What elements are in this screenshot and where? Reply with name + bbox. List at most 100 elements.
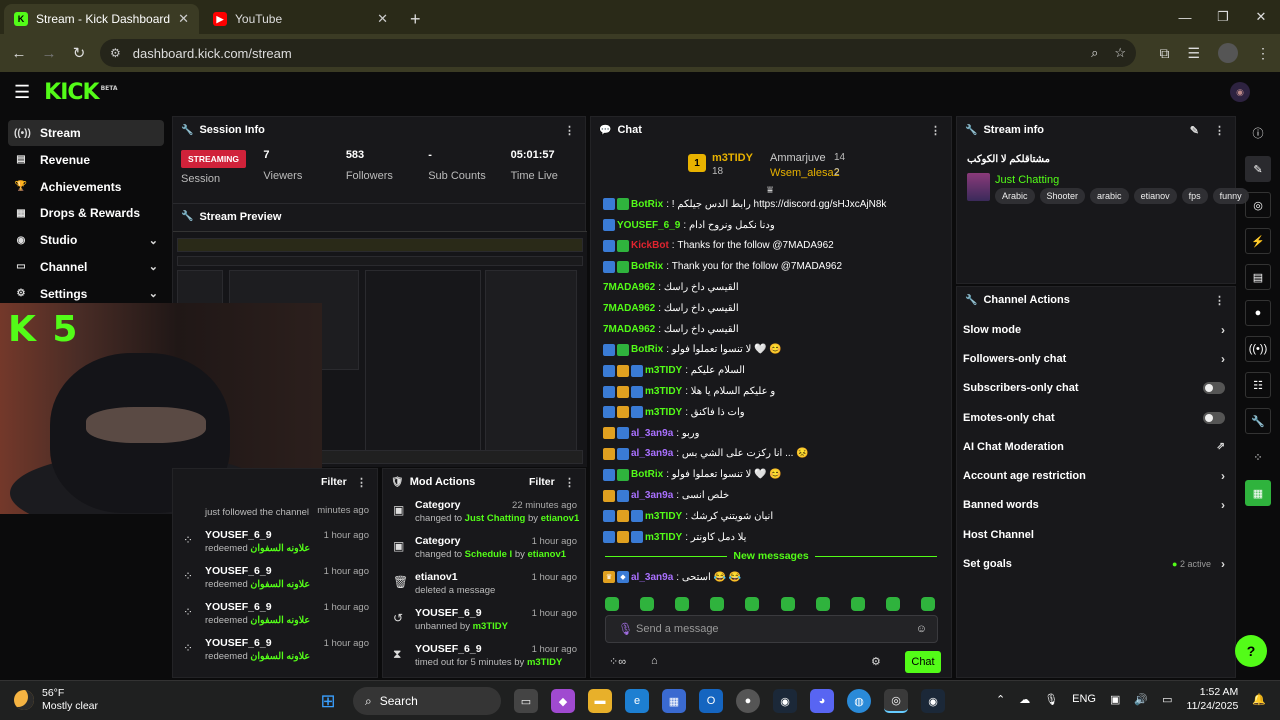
chat-settings-icon[interactable]: ⚙ (871, 655, 881, 668)
bookmark-star-icon[interactable]: ☆ (1114, 45, 1126, 61)
banned-words-action[interactable]: Banned words › (957, 491, 1235, 520)
outlook-icon[interactable]: O (699, 689, 723, 713)
more-options-icon[interactable]: ⋮ (564, 476, 575, 489)
tag-chip[interactable]: Shooter (1039, 188, 1086, 204)
microphone-icon[interactable]: 🎙 (618, 622, 633, 636)
more-options-icon[interactable]: ⋮ (930, 124, 941, 137)
chat-username[interactable]: al_3an9a (631, 428, 673, 439)
supporter-name[interactable]: Wsem_alesa2 (770, 167, 840, 179)
steam-icon[interactable]: ◉ (773, 689, 797, 713)
tag-chip[interactable]: arabic (1090, 188, 1129, 204)
taskbar-search[interactable]: ⌕ Search (353, 687, 501, 715)
emote-icon[interactable] (745, 597, 760, 611)
help-button[interactable]: ? (1235, 635, 1267, 667)
emote-icon[interactable] (710, 597, 725, 611)
emote-icon[interactable] (640, 597, 655, 611)
browser-app-icon[interactable]: ◍ (847, 689, 871, 713)
tab-kick-dashboard[interactable]: K Stream - Kick Dashboard ✕ (4, 4, 199, 34)
account-age-action[interactable]: Account age restriction › (957, 461, 1235, 490)
chat-username[interactable]: BotRix (631, 261, 663, 272)
edit-icon[interactable]: ✎ (1190, 124, 1199, 137)
chat-username[interactable]: BotRix (631, 199, 663, 210)
network-icon[interactable]: ▣ (1110, 693, 1120, 706)
send-chat-button[interactable]: Chat (905, 651, 941, 673)
chevron-up-icon[interactable]: ⌃ (996, 693, 1005, 706)
more-options-icon[interactable]: ⋮ (356, 476, 367, 489)
host-channel-action[interactable]: Host Channel (957, 520, 1235, 549)
emote-icon[interactable] (885, 597, 900, 611)
reload-icon[interactable]: ↻ (64, 44, 94, 62)
bolt-icon[interactable]: ⚡ (1245, 228, 1271, 254)
mod-user[interactable]: m3TIDY (473, 621, 508, 632)
tag-chip[interactable]: Arabic (995, 188, 1035, 204)
chat-username[interactable]: m3TIDY (645, 511, 682, 522)
tools-icon[interactable]: 🔧 (1245, 408, 1271, 434)
emoji-picker-icon[interactable]: ☺ (916, 623, 927, 635)
points-icon[interactable]: ⁘∞ (609, 655, 626, 668)
chat-username[interactable]: al_3an9a (631, 448, 673, 459)
chat-username[interactable]: 7MADA962 (603, 303, 655, 314)
extensions-icon[interactable]: ⧉ (1159, 45, 1169, 62)
chat-username[interactable]: BotRix (631, 344, 663, 355)
more-options-icon[interactable]: ⋮ (564, 124, 575, 137)
chat-input[interactable]: 🎙 Send a message ☺ (605, 615, 938, 643)
tag-chip[interactable]: fps (1181, 188, 1208, 204)
layout-icon[interactable]: ☷ (1245, 372, 1271, 398)
edge-icon[interactable]: e (625, 689, 649, 713)
steam-app-icon[interactable]: ◉ (921, 689, 945, 713)
emote-icon[interactable] (675, 597, 690, 611)
sidebar-item-stream[interactable]: ((•)) Stream (8, 120, 164, 146)
minimize-icon[interactable]: — (1166, 0, 1204, 34)
battery-icon[interactable]: ▭ (1162, 693, 1172, 706)
discord-icon[interactable]: ◕ (810, 689, 834, 713)
emote-icon[interactable] (815, 597, 830, 611)
chat-username[interactable]: m3TIDY (645, 386, 682, 397)
weather-widget[interactable]: 56°F Mostly clear (14, 687, 98, 713)
zoom-icon[interactable]: ⌕ (1091, 45, 1098, 61)
chat-username[interactable]: m3TIDY (645, 532, 682, 543)
store-icon[interactable]: ⌂ (651, 655, 658, 667)
new-tab-icon[interactable]: + (410, 4, 421, 34)
close-tab-icon[interactable]: ✕ (377, 11, 388, 27)
emote-icon[interactable] (605, 597, 619, 611)
hamburger-menu-icon[interactable]: ☰ (14, 82, 30, 103)
chat-username[interactable]: al_3an9a (631, 572, 673, 583)
onedrive-icon[interactable]: ☁ (1019, 693, 1030, 706)
volume-icon[interactable]: 🔊 (1134, 693, 1148, 706)
slow-mode-action[interactable]: Slow mode › (957, 315, 1235, 344)
maximize-icon[interactable]: ❐ (1204, 0, 1242, 34)
sidebar-item-achievements[interactable]: 🏆 Achievements (8, 174, 164, 200)
chat-username[interactable]: BotRix (631, 469, 663, 480)
media-icon[interactable]: ☰ (1187, 45, 1200, 62)
chat-username[interactable]: KickBot (631, 240, 669, 251)
chat-username[interactable]: YOUSEF_6_9 (617, 220, 680, 231)
tab-youtube[interactable]: ▶ YouTube ✕ (203, 4, 398, 34)
chat-username[interactable]: m3TIDY (645, 365, 682, 376)
mod-user[interactable]: etianov1 (541, 513, 580, 524)
store-app-icon[interactable]: ▦ (662, 689, 686, 713)
filter-button[interactable]: Filter (529, 476, 555, 488)
sidebar-item-channel[interactable]: ▭ Channel ⌄ (8, 254, 164, 280)
chat-username[interactable]: 7MADA962 (603, 282, 655, 293)
notes-icon[interactable]: ▤ (1245, 264, 1271, 290)
broadcast-rail-icon[interactable]: ((•)) (1245, 336, 1271, 362)
forward-icon[interactable]: → (34, 45, 64, 62)
back-icon[interactable]: ← (4, 45, 34, 62)
chat-username[interactable]: 7MADA962 (603, 324, 655, 335)
sidebar-item-revenue[interactable]: ▤ Revenue (8, 147, 164, 173)
close-window-icon[interactable]: ✕ (1242, 0, 1280, 34)
user-avatar[interactable]: ◉ (1230, 82, 1250, 102)
browser-menu-icon[interactable]: ⋮ (1256, 45, 1270, 62)
profile-avatar[interactable] (1218, 43, 1238, 63)
top-supporter-name[interactable]: m3TIDY (712, 152, 753, 164)
more-options-icon[interactable]: ⋮ (1214, 124, 1225, 137)
notifications-icon[interactable]: 🔔 (1252, 693, 1266, 706)
more-options-icon[interactable]: ⋮ (1214, 294, 1225, 307)
windows-start-icon[interactable]: ⊞ (316, 689, 340, 713)
language-indicator[interactable]: ENG (1072, 693, 1096, 705)
kick-studio-icon[interactable]: ▦ (1245, 480, 1271, 506)
camera-icon[interactable]: ◎ (1245, 192, 1271, 218)
set-goals-action[interactable]: Set goals ● 2 active › (957, 549, 1235, 578)
supporter-name[interactable]: Ammarjuve (770, 152, 826, 164)
task-view-icon[interactable]: ▭ (514, 689, 538, 713)
